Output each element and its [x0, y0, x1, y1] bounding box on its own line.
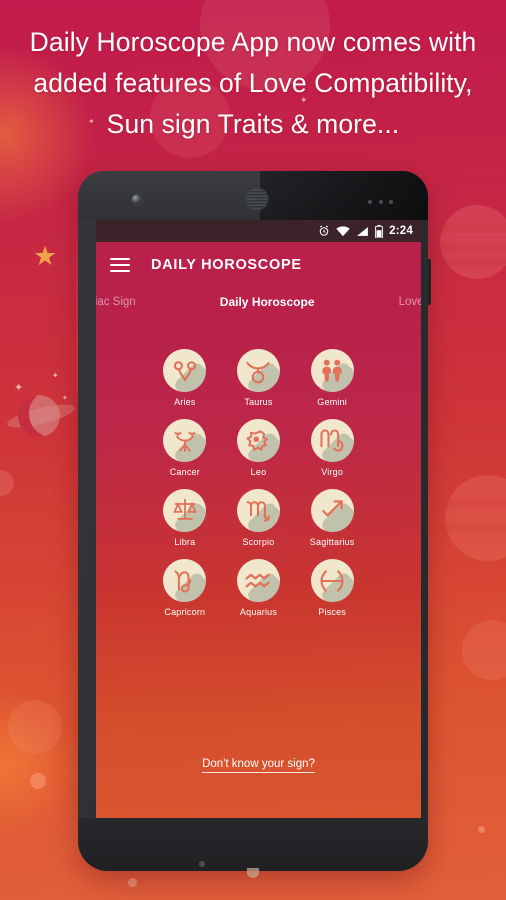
tab-love-compatibility[interactable]: Love Com — [399, 296, 421, 308]
zodiac-item-virgo[interactable]: Virgo — [299, 419, 365, 477]
app-content: Aries Taurus Gemini Cancer Leo Virgo Lib… — [96, 321, 421, 818]
sagittarius-icon — [310, 489, 354, 532]
crescent-moon-icon — [12, 389, 66, 443]
bezel-glass-panel — [260, 171, 428, 220]
phone-bottom-nub — [247, 868, 259, 878]
zodiac-item-libra[interactable]: Libra — [152, 489, 218, 547]
hamburger-menu-icon[interactable] — [110, 257, 130, 272]
status-bar-time: 2:24 — [389, 225, 413, 237]
zodiac-label: Sagittarius — [309, 537, 355, 547]
earpiece-speaker-icon — [247, 189, 267, 209]
status-bar: 2:24 — [96, 220, 421, 242]
dont-know-sign-link[interactable]: Don't know your sign? — [202, 758, 315, 773]
gemini-icon — [310, 349, 354, 392]
sensor-dots-icon — [368, 200, 394, 204]
zodiac-label: Aquarius — [239, 607, 278, 617]
tab-daily-horoscope[interactable]: Daily Horoscope — [220, 295, 315, 309]
planet-icon — [462, 620, 506, 680]
front-camera-icon — [132, 195, 141, 204]
zodiac-label: Libra — [174, 537, 196, 547]
phone-mockup: 2:24 DAILY HOROSCOPE odiac Sign Daily Ho… — [76, 171, 431, 878]
ringed-planet-icon — [439, 475, 506, 561]
zodiac-label: Taurus — [244, 397, 273, 407]
star-icon: ★ — [33, 241, 58, 271]
zodiac-item-taurus[interactable]: Taurus — [225, 349, 291, 407]
zodiac-label: Leo — [250, 467, 267, 477]
zodiac-label: Gemini — [317, 397, 348, 407]
phone-bottom-bezel — [78, 818, 428, 871]
zodiac-label: Scorpio — [242, 537, 275, 547]
glow-blob — [0, 690, 80, 840]
tab-zodiac-sign[interactable]: odiac Sign — [96, 296, 136, 308]
zodiac-item-sagittarius[interactable]: Sagittarius — [299, 489, 365, 547]
star-icon: ✦ — [14, 382, 24, 394]
cancer-icon — [163, 419, 207, 462]
zodiac-item-capricorn[interactable]: Capricorn — [152, 559, 218, 617]
promo-headline: Daily Horoscope App now comes with added… — [0, 22, 506, 145]
leo-icon — [236, 419, 280, 462]
wifi-icon — [336, 225, 350, 236]
planet-icon — [128, 878, 137, 887]
zodiac-item-scorpio[interactable]: Scorpio — [225, 489, 291, 547]
phone-top-bezel — [78, 171, 428, 220]
zodiac-item-aquarius[interactable]: Aquarius — [225, 559, 291, 617]
moon-ring-icon — [5, 399, 77, 433]
taurus-icon — [236, 349, 280, 392]
zodiac-item-gemini[interactable]: Gemini — [299, 349, 365, 407]
planet-icon — [0, 470, 14, 496]
app-bar: DAILY HOROSCOPE — [96, 242, 421, 287]
bezel-dot-icon — [199, 861, 205, 867]
star-icon: ✦ — [62, 395, 68, 402]
headline-line-3: Sun sign Traits & more... — [106, 109, 400, 139]
pisces-icon — [310, 559, 354, 602]
virgo-icon — [310, 419, 354, 462]
tab-bar: odiac Sign Daily Horoscope Love Com — [96, 287, 421, 321]
zodiac-label: Pisces — [318, 607, 347, 617]
zodiac-item-cancer[interactable]: Cancer — [152, 419, 218, 477]
app-bar-title: DAILY HOROSCOPE — [151, 256, 302, 273]
capricorn-icon — [163, 559, 207, 602]
planet-icon — [8, 700, 62, 754]
headline-line-2: added features of Love Compatibility, — [33, 68, 473, 98]
dont-know-sign-link-wrap: Don't know your sign? — [96, 754, 421, 773]
battery-icon — [375, 224, 384, 238]
aquarius-icon — [236, 559, 280, 602]
signal-icon — [357, 226, 369, 236]
libra-icon — [163, 489, 207, 532]
alarm-icon — [319, 225, 329, 236]
phone-screen: 2:24 DAILY HOROSCOPE odiac Sign Daily Ho… — [96, 220, 421, 818]
zodiac-item-leo[interactable]: Leo — [225, 419, 291, 477]
star-icon: ✦ — [52, 371, 59, 380]
zodiac-grid: Aries Taurus Gemini Cancer Leo Virgo Lib… — [96, 321, 421, 617]
zodiac-label: Aries — [174, 397, 196, 407]
zodiac-label: Virgo — [321, 467, 344, 477]
zodiac-label: Cancer — [169, 467, 200, 477]
ringed-planet-icon — [435, 205, 506, 279]
planet-icon — [478, 826, 485, 833]
zodiac-label: Capricorn — [164, 607, 206, 617]
headline-line-1: Daily Horoscope App now comes with — [29, 27, 477, 57]
scorpio-icon — [236, 489, 280, 532]
aries-icon — [163, 349, 207, 392]
zodiac-item-pisces[interactable]: Pisces — [299, 559, 365, 617]
planet-icon — [30, 773, 46, 789]
zodiac-item-aries[interactable]: Aries — [152, 349, 218, 407]
